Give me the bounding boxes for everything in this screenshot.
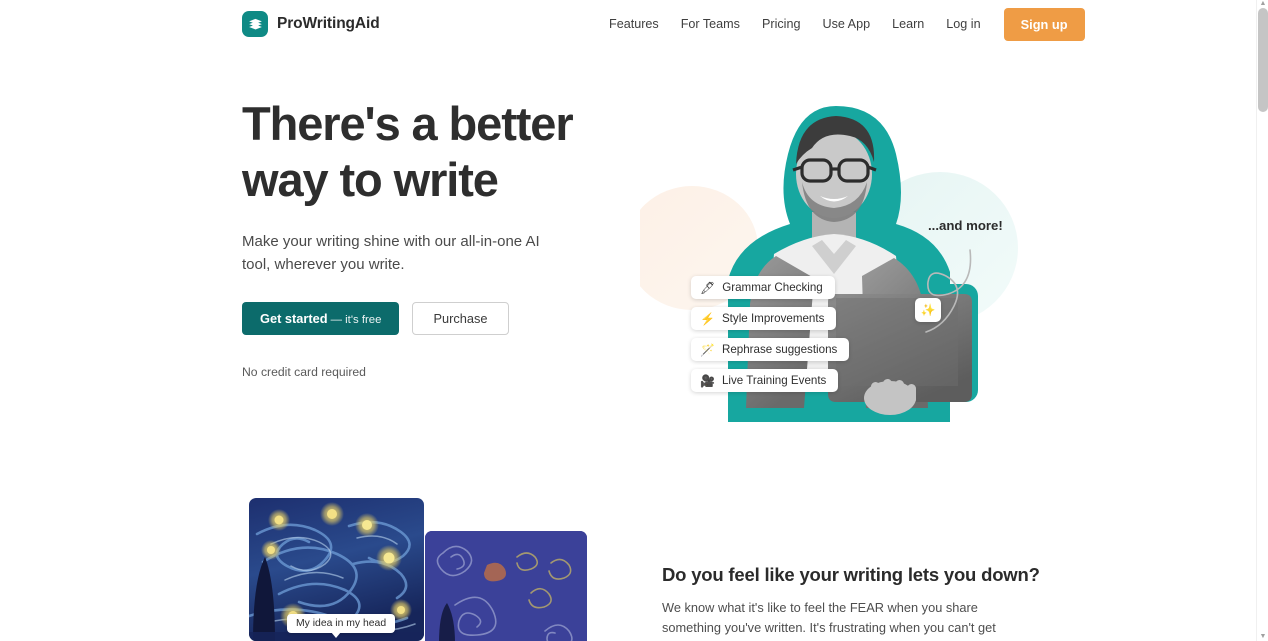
- brand-name: ProWritingAid: [277, 15, 380, 32]
- lightning-bolt-icon: ⚡: [700, 311, 715, 326]
- and-more-annotation: ...and more!: [928, 218, 1003, 233]
- feature-pill-label: Live Training Events: [721, 374, 827, 387]
- idea-in-my-head-label: My idea in my head: [287, 614, 396, 638]
- nav-item-pricing[interactable]: Pricing: [751, 17, 812, 31]
- hero-illustration: 🖋 Grammar Checking ⚡ Style Improvements …: [640, 98, 1040, 438]
- sign-up-button[interactable]: Sign up: [1003, 7, 1085, 41]
- plain-indigo-card: [425, 531, 587, 641]
- feature-pill-style-improvements[interactable]: ⚡ Style Improvements: [691, 307, 837, 330]
- feature-pill-list: 🖋 Grammar Checking ⚡ Style Improvements …: [691, 276, 850, 392]
- no-credit-card-note: No credit card required: [242, 365, 366, 379]
- nav-item-for-teams[interactable]: For Teams: [670, 17, 751, 31]
- page-scrollbar-track[interactable]: ▲ ▼: [1256, 0, 1268, 641]
- feature-pill-rephrase-suggestions[interactable]: 🪄 Rephrase suggestions: [691, 338, 850, 361]
- artwork-card-group: My idea in my head: [249, 498, 589, 641]
- sparkles-icon: ✨: [920, 303, 936, 317]
- lower-section-title: Do you feel like your writing lets you d…: [662, 564, 1040, 585]
- movie-camera-icon: 🎥: [700, 373, 715, 388]
- brand-logo-link[interactable]: ProWritingAid: [242, 11, 380, 37]
- starry-night-painting-card: My idea in my head: [249, 498, 424, 641]
- fountain-pen-icon: 🖋: [700, 280, 716, 295]
- purchase-button[interactable]: Purchase: [412, 302, 509, 335]
- site-header: ProWritingAid Features For Teams Pricing…: [0, 0, 1256, 48]
- hero-cta-group: Get started — it's free Purchase: [242, 302, 602, 335]
- feature-pill-grammar-checking[interactable]: 🖋 Grammar Checking: [691, 276, 835, 299]
- hero-copy-block: There's a better way to write Make your …: [242, 96, 602, 379]
- plain-card-sketch-graphic: [425, 531, 587, 641]
- get-started-button[interactable]: Get started — it's free: [242, 302, 400, 335]
- nav-item-learn[interactable]: Learn: [881, 17, 935, 31]
- main-navigation: Features For Teams Pricing Use App Learn…: [598, 7, 1085, 41]
- feature-pill-label: Grammar Checking: [722, 281, 823, 294]
- book-pen-logo-icon: [242, 11, 268, 37]
- hero-section: There's a better way to write Make your …: [0, 48, 1256, 468]
- lower-section: My idea in my head Do you feel like your…: [0, 468, 1256, 641]
- feature-pill-label: Style Improvements: [721, 312, 825, 325]
- scrollbar-down-arrow-icon[interactable]: ▼: [1257, 633, 1268, 641]
- hero-subtitle: Make your writing shine with our all-in-…: [242, 233, 540, 273]
- nav-item-features[interactable]: Features: [598, 17, 670, 31]
- hero-title: There's a better way to write: [242, 97, 574, 206]
- sparkles-badge: ✨: [915, 298, 941, 322]
- feature-pill-label: Rephrase suggestions: [721, 343, 838, 356]
- lower-section-body: We know what it's like to feel the FEAR …: [662, 600, 996, 641]
- page-viewport: ProWritingAid Features For Teams Pricing…: [0, 0, 1256, 641]
- get-started-label: Get started: [260, 311, 328, 326]
- nav-item-use-app[interactable]: Use App: [811, 17, 881, 31]
- scrollbar-up-arrow-icon[interactable]: ▲: [1257, 0, 1268, 8]
- page-scrollbar-thumb[interactable]: [1258, 8, 1268, 112]
- get-started-suffix: — it's free: [330, 314, 382, 326]
- nav-item-log-in[interactable]: Log in: [935, 17, 991, 31]
- magic-wand-icon: 🪄: [700, 342, 715, 357]
- feature-pill-live-training-events[interactable]: 🎥 Live Training Events: [691, 369, 839, 392]
- lower-copy-block: Do you feel like your writing lets you d…: [662, 564, 1040, 641]
